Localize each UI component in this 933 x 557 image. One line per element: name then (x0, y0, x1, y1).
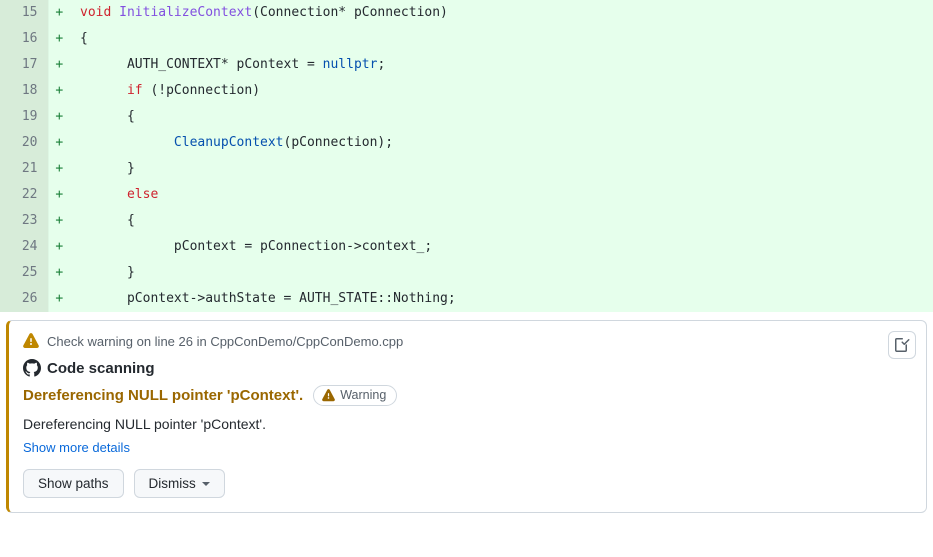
scan-source: Code scanning (23, 359, 912, 377)
diff-marker: + (48, 26, 70, 52)
code-line: 17+ AUTH_CONTEXT* pContext = nullptr; (0, 52, 933, 78)
diff-marker: + (48, 234, 70, 260)
code-content[interactable]: if (!pConnection) (70, 78, 933, 104)
code-line: 24+ pContext = pConnection->context_; (0, 234, 933, 260)
scan-source-label: Code scanning (47, 360, 155, 377)
code-content[interactable]: CleanupContext(pConnection); (70, 130, 933, 156)
warning-icon (23, 333, 39, 349)
code-line: 20+ CleanupContext(pConnection); (0, 130, 933, 156)
code-content[interactable]: } (70, 260, 933, 286)
code-line: 22+ else (0, 182, 933, 208)
code-line: 18+ if (!pConnection) (0, 78, 933, 104)
diff-marker: + (48, 208, 70, 234)
diff-marker: + (48, 52, 70, 78)
diff-marker: + (48, 104, 70, 130)
line-number[interactable]: 19 (0, 104, 48, 130)
warning-icon (322, 389, 335, 402)
line-number[interactable]: 22 (0, 182, 48, 208)
line-number[interactable]: 21 (0, 156, 48, 182)
code-line: 26+ pContext->authState = AUTH_STATE::No… (0, 286, 933, 312)
code-content[interactable]: else (70, 182, 933, 208)
line-number[interactable]: 15 (0, 0, 48, 26)
finding-body: Dereferencing NULL pointer 'pContext'. (23, 416, 912, 432)
dismiss-button[interactable]: Dismiss (134, 469, 225, 498)
code-content[interactable]: { (70, 104, 933, 130)
diff-marker: + (48, 0, 70, 26)
line-number[interactable]: 18 (0, 78, 48, 104)
diff-marker: + (48, 78, 70, 104)
code-content[interactable]: void InitializeContext(Connection* pConn… (70, 0, 933, 26)
show-paths-label: Show paths (38, 476, 109, 491)
line-number[interactable]: 24 (0, 234, 48, 260)
code-line: 15+void InitializeContext(Connection* pC… (0, 0, 933, 26)
code-line: 25+ } (0, 260, 933, 286)
code-content[interactable]: pContext = pConnection->context_; (70, 234, 933, 260)
diff-marker: + (48, 130, 70, 156)
diff-code-block: 15+void InitializeContext(Connection* pC… (0, 0, 933, 312)
severity-badge: Warning (313, 385, 397, 406)
alert-header: Check warning on line 26 in CppConDemo/C… (23, 333, 912, 349)
code-line: 16+{ (0, 26, 933, 52)
show-paths-button[interactable]: Show paths (23, 469, 124, 498)
diff-marker: + (48, 286, 70, 312)
chevron-down-icon (202, 482, 210, 486)
code-line: 19+ { (0, 104, 933, 130)
code-content[interactable]: pContext->authState = AUTH_STATE::Nothin… (70, 286, 933, 312)
checklist-icon (894, 337, 910, 353)
line-number[interactable]: 25 (0, 260, 48, 286)
line-number[interactable]: 23 (0, 208, 48, 234)
finding-title: Dereferencing NULL pointer 'pContext'. (23, 387, 303, 404)
diff-marker: + (48, 156, 70, 182)
alert-header-text: Check warning on line 26 in CppConDemo/C… (47, 334, 403, 349)
code-content[interactable]: { (70, 208, 933, 234)
code-line: 23+ { (0, 208, 933, 234)
code-content[interactable]: } (70, 156, 933, 182)
diff-marker: + (48, 182, 70, 208)
code-content[interactable]: AUTH_CONTEXT* pContext = nullptr; (70, 52, 933, 78)
line-number[interactable]: 16 (0, 26, 48, 52)
severity-label: Warning (340, 388, 386, 402)
diff-marker: + (48, 260, 70, 286)
code-content[interactable]: { (70, 26, 933, 52)
copy-button[interactable] (888, 331, 916, 359)
show-more-link[interactable]: Show more details (23, 440, 130, 455)
code-line: 21+ } (0, 156, 933, 182)
code-scanning-alert: Check warning on line 26 in CppConDemo/C… (6, 320, 927, 513)
github-icon (23, 359, 41, 377)
dismiss-label: Dismiss (149, 476, 196, 491)
line-number[interactable]: 26 (0, 286, 48, 312)
line-number[interactable]: 17 (0, 52, 48, 78)
line-number[interactable]: 20 (0, 130, 48, 156)
